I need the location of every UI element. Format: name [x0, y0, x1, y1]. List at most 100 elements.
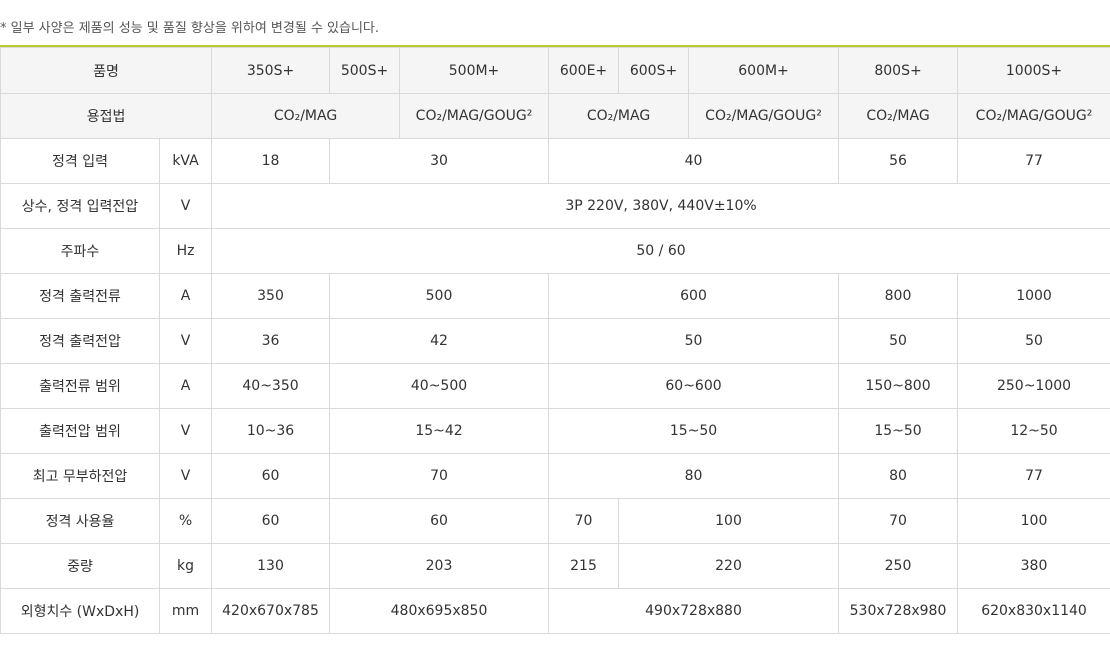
row-unit: V	[158, 318, 213, 364]
row-label: 중량	[0, 543, 160, 589]
row-label: 정격 입력	[0, 138, 160, 184]
process-cell: CO₂/MAG/GOUG²	[957, 93, 1110, 139]
value-cell: 60	[211, 498, 331, 544]
row-label: 정격 출력전압	[0, 318, 160, 364]
value-cell: 60	[211, 453, 331, 499]
value-cell: 12~50	[957, 408, 1110, 454]
model-800s: 800S+	[838, 47, 959, 94]
process-header-row: 용접법 CO₂/MAG CO₂/MAG/GOUG² CO₂/MAG CO₂/MA…	[0, 93, 1110, 139]
value-cell: 420x670x785	[211, 588, 331, 634]
process-cell: CO₂/MAG	[838, 93, 959, 139]
row-unit: V	[158, 408, 213, 454]
value-cell: 77	[957, 453, 1110, 499]
model-600e: 600E+	[548, 47, 620, 94]
value-cell: 530x728x980	[838, 588, 959, 634]
value-cell: 36	[211, 318, 331, 364]
row-unit: Hz	[158, 228, 213, 274]
value-cell: 42	[329, 318, 550, 364]
row-label: 출력전압 범위	[0, 408, 160, 454]
value-cell: 600	[548, 273, 840, 319]
value-cell: 100	[957, 498, 1110, 544]
row-unit: mm	[158, 588, 213, 634]
value-cell: 77	[957, 138, 1110, 184]
model-500s: 500S+	[329, 47, 401, 94]
row-unit: kVA	[158, 138, 213, 184]
model-350s: 350S+	[211, 47, 331, 94]
value-cell: 60~600	[548, 363, 840, 409]
model-500m: 500M+	[399, 47, 550, 94]
value-cell: 250~1000	[957, 363, 1110, 409]
row-label: 상수, 정격 입력전압	[0, 183, 160, 229]
model-1000s: 1000S+	[957, 47, 1110, 94]
value-cell: 30	[329, 138, 550, 184]
table-row: 외형치수 (WxDxH) mm 420x670x785 480x695x850 …	[0, 588, 1110, 634]
table-row: 중량 kg 130 203 215 220 250 380	[0, 543, 1110, 589]
table-row: 정격 입력 kVA 18 30 40 56 77	[0, 138, 1110, 184]
table-row: 정격 출력전압 V 36 42 50 50 50	[0, 318, 1110, 364]
value-cell: 215	[548, 543, 620, 589]
row-label: 정격 출력전류	[0, 273, 160, 319]
table-row: 정격 출력전류 A 350 500 600 800 1000	[0, 273, 1110, 319]
value-cell: 480x695x850	[329, 588, 550, 634]
value-cell: 40~350	[211, 363, 331, 409]
table-row: 출력전압 범위 V 10~36 15~42 15~50 15~50 12~50	[0, 408, 1110, 454]
value-cell: 490x728x880	[548, 588, 840, 634]
value-cell: 40	[548, 138, 840, 184]
value-cell: 203	[329, 543, 550, 589]
value-cell: 15~50	[548, 408, 840, 454]
value-cell: 60	[329, 498, 550, 544]
row-label: 외형치수 (WxDxH)	[0, 588, 160, 634]
value-cell: 50 / 60	[211, 228, 1110, 274]
value-cell: 70	[548, 498, 620, 544]
process-label: 용접법	[0, 93, 213, 139]
value-cell: 350	[211, 273, 331, 319]
value-cell: 15~50	[838, 408, 959, 454]
table-row: 출력전류 범위 A 40~350 40~500 60~600 150~800 2…	[0, 363, 1110, 409]
value-cell: 70	[329, 453, 550, 499]
spec-change-note: * 일부 사양은 제품의 성능 및 품질 향상을 위하여 변경될 수 있습니다.	[0, 21, 380, 36]
model-header-row: 품명 350S+ 500S+ 500M+ 600E+ 600S+ 600M+ 8…	[0, 47, 1110, 94]
table-row: 정격 사용율 % 60 60 70 100 70 100	[0, 498, 1110, 544]
value-cell: 3P 220V, 380V, 440V±10%	[211, 183, 1110, 229]
value-cell: 800	[838, 273, 959, 319]
process-cell: CO₂/MAG/GOUG²	[688, 93, 840, 139]
value-cell: 50	[957, 318, 1110, 364]
value-cell: 10~36	[211, 408, 331, 454]
row-unit: V	[158, 183, 213, 229]
row-unit: A	[158, 363, 213, 409]
value-cell: 40~500	[329, 363, 550, 409]
process-cell: CO₂/MAG/GOUG²	[399, 93, 550, 139]
model-600m: 600M+	[688, 47, 840, 94]
value-cell: 500	[329, 273, 550, 319]
table-row: 최고 무부하전압 V 60 70 80 80 77	[0, 453, 1110, 499]
value-cell: 620x830x1140	[957, 588, 1110, 634]
table-row: 상수, 정격 입력전압 V 3P 220V, 380V, 440V±10%	[0, 183, 1110, 229]
product-label: 품명	[0, 47, 213, 94]
value-cell: 220	[618, 543, 840, 589]
value-cell: 250	[838, 543, 959, 589]
value-cell: 70	[838, 498, 959, 544]
row-unit: A	[158, 273, 213, 319]
value-cell: 18	[211, 138, 331, 184]
process-cell: CO₂/MAG	[548, 93, 690, 139]
value-cell: 80	[548, 453, 840, 499]
value-cell: 15~42	[329, 408, 550, 454]
row-label: 출력전류 범위	[0, 363, 160, 409]
row-unit: V	[158, 453, 213, 499]
spec-table: 품명 350S+ 500S+ 500M+ 600E+ 600S+ 600M+ 8…	[0, 47, 1110, 634]
value-cell: 50	[548, 318, 840, 364]
value-cell: 50	[838, 318, 959, 364]
row-label: 주파수	[0, 228, 160, 274]
row-label: 정격 사용율	[0, 498, 160, 544]
spec-table-container: 품명 350S+ 500S+ 500M+ 600E+ 600S+ 600M+ 8…	[0, 45, 1110, 634]
value-cell: 100	[618, 498, 840, 544]
row-label: 최고 무부하전압	[0, 453, 160, 499]
value-cell: 130	[211, 543, 331, 589]
model-600s: 600S+	[618, 47, 690, 94]
value-cell: 56	[838, 138, 959, 184]
table-row: 주파수 Hz 50 / 60	[0, 228, 1110, 274]
value-cell: 1000	[957, 273, 1110, 319]
value-cell: 80	[838, 453, 959, 499]
row-unit: %	[158, 498, 213, 544]
row-unit: kg	[158, 543, 213, 589]
